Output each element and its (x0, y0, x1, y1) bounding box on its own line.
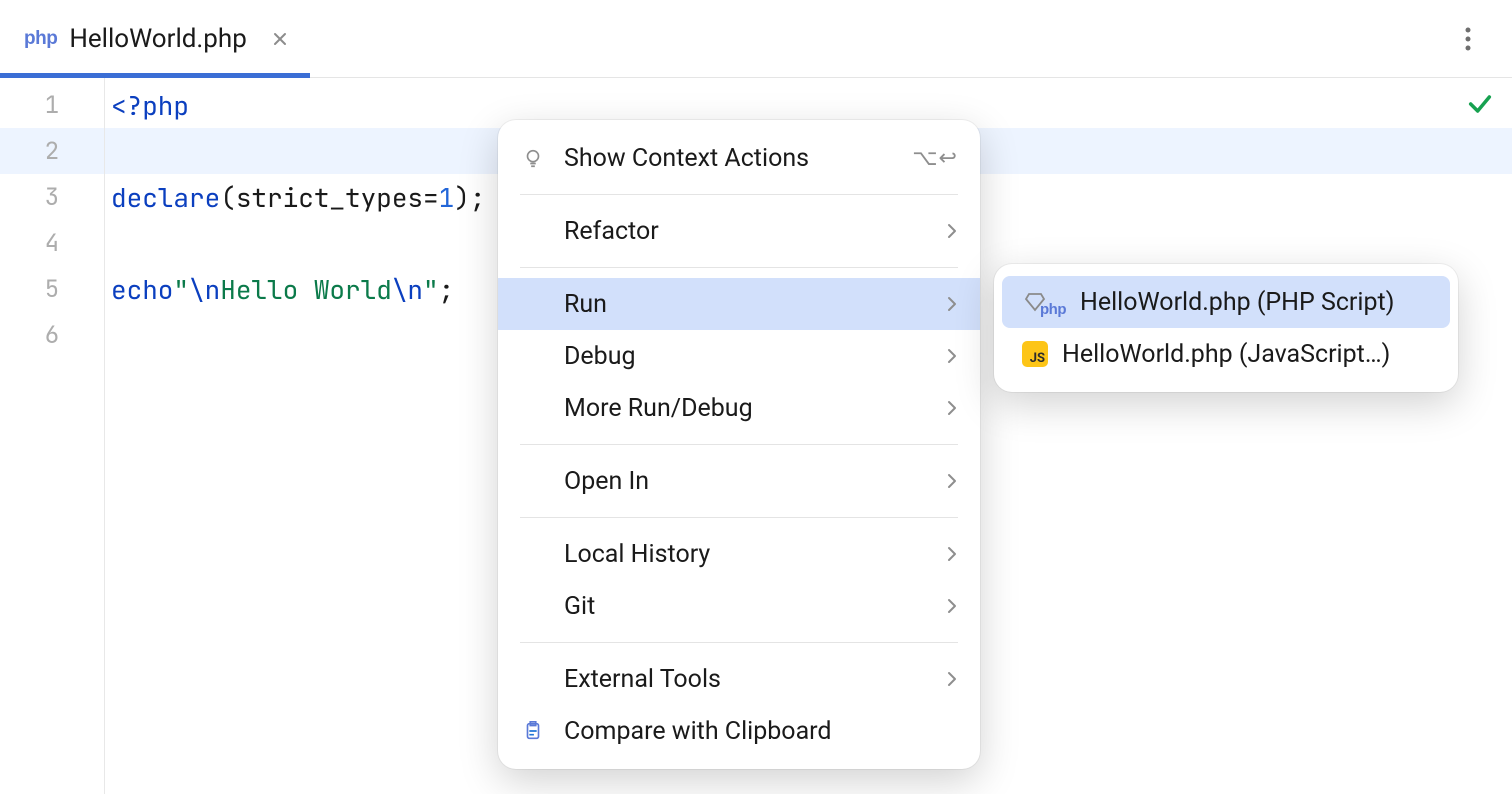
submenu-label: HelloWorld.php (JavaScript…) (1062, 340, 1390, 369)
menu-open-in[interactable]: Open In (498, 455, 980, 507)
menu-more-run-debug[interactable]: More Run/Debug (498, 382, 980, 434)
submenu-label: HelloWorld.php (PHP Script) (1080, 288, 1394, 317)
menu-separator (520, 642, 958, 643)
line-number: 5 (0, 266, 104, 312)
php-icon: php (1040, 301, 1066, 318)
line-number: 4 (0, 220, 104, 266)
shortcut-label: ⌥↩ (912, 146, 958, 171)
submenu-run-php-script[interactable]: php HelloWorld.php (PHP Script) (1002, 276, 1450, 328)
chevron-right-icon (946, 342, 958, 371)
status-ok-icon[interactable] (1466, 90, 1494, 126)
clipboard-compare-icon (520, 720, 546, 742)
menu-external-tools[interactable]: External Tools (498, 653, 980, 705)
chevron-right-icon (946, 467, 958, 496)
line-number: 3 (0, 174, 104, 220)
menu-local-history[interactable]: Local History (498, 528, 980, 580)
menu-run[interactable]: Run (498, 278, 980, 330)
line-number: 6 (0, 312, 104, 358)
chevron-right-icon (946, 217, 958, 246)
submenu-run-javascript[interactable]: JS HelloWorld.php (JavaScript…) (1002, 328, 1450, 380)
bulb-icon (520, 147, 546, 169)
gutter: 1 2 3 4 5 6 (0, 78, 105, 794)
tab-filename: HelloWorld.php (69, 24, 246, 54)
menu-show-context-actions[interactable]: Show Context Actions ⌥↩ (498, 132, 980, 184)
chevron-right-icon (946, 665, 958, 694)
run-submenu: php HelloWorld.php (PHP Script) JS Hello… (994, 264, 1458, 392)
chevron-right-icon (946, 540, 958, 569)
editor-tab[interactable]: php HelloWorld.php (0, 0, 315, 77)
menu-git[interactable]: Git (498, 580, 980, 632)
chevron-right-icon (946, 394, 958, 423)
chevron-right-icon (946, 290, 958, 319)
context-menu: Show Context Actions ⌥↩ Refactor Run Deb… (498, 120, 980, 769)
tab-bar: php HelloWorld.php (0, 0, 1512, 78)
menu-separator (520, 194, 958, 195)
line-number: 1 (0, 82, 104, 128)
php-icon: php (24, 28, 57, 50)
menu-compare-clipboard[interactable]: Compare with Clipboard (498, 705, 980, 757)
close-icon[interactable] (269, 28, 291, 50)
menu-refactor[interactable]: Refactor (498, 205, 980, 257)
line-number: 2 (0, 128, 104, 174)
chevron-right-icon (946, 592, 958, 621)
menu-separator (520, 517, 958, 518)
menu-debug[interactable]: Debug (498, 330, 980, 382)
more-icon[interactable] (1452, 23, 1484, 55)
menu-separator (520, 267, 958, 268)
menu-separator (520, 444, 958, 445)
js-icon: JS (1022, 341, 1048, 367)
